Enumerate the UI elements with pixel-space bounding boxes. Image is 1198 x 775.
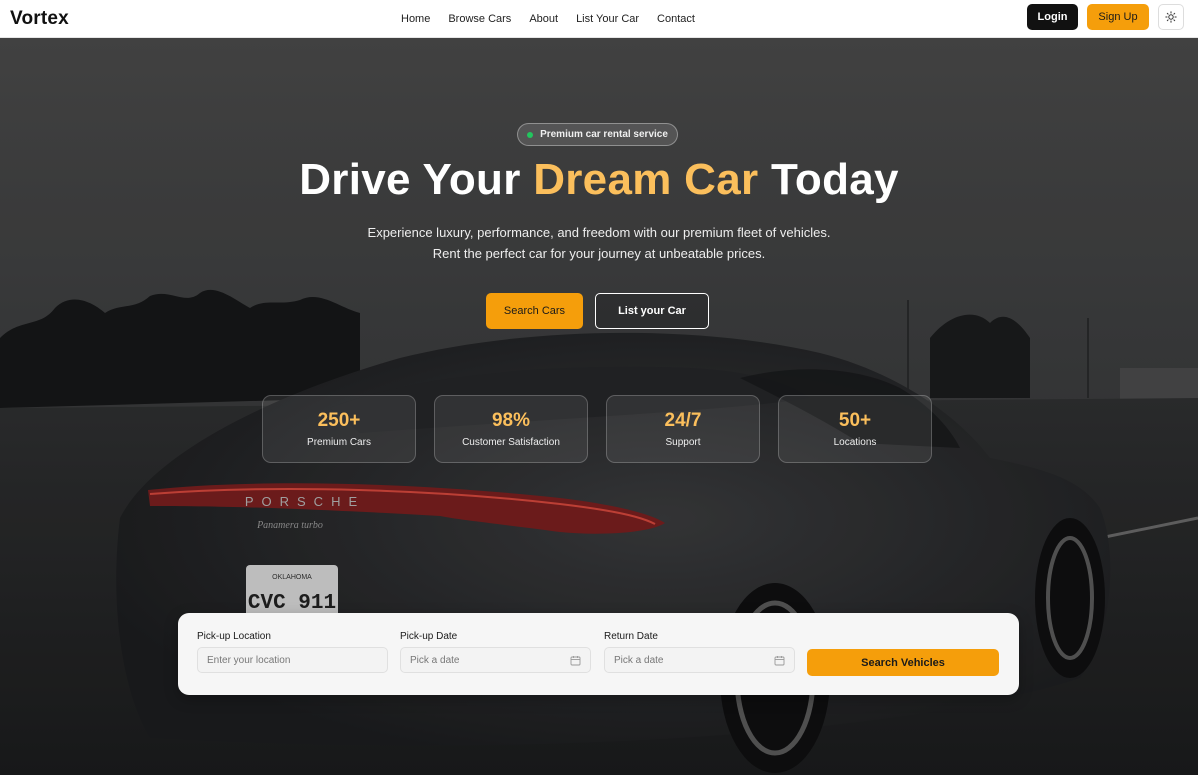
nav-link-list-your-car[interactable]: List Your Car — [576, 13, 639, 25]
nav-link-browse-cars[interactable]: Browse Cars — [448, 13, 511, 25]
brand-logo[interactable]: Vortex — [10, 8, 69, 30]
headline-start: Drive Your — [299, 155, 534, 204]
stat-card: 24/7 Support — [606, 395, 760, 463]
pickup-date-field: Pick-up Date Pick a date — [400, 631, 591, 673]
calendar-icon — [570, 655, 581, 665]
stat-label: Customer Satisfaction — [462, 437, 560, 448]
nav-link-contact[interactable]: Contact — [657, 13, 695, 25]
navbar: Vortex Home Browse Cars About List Your … — [0, 0, 1198, 38]
hero-headline: Drive Your Dream Car Today — [0, 155, 1198, 205]
pickup-location-input[interactable]: Enter your location — [197, 647, 388, 673]
hero-section: OKLAHOMA CVC 911 PORSCHE Panamera turbo … — [0, 38, 1198, 775]
calendar-icon — [774, 655, 785, 665]
stat-card: 250+ Premium Cars — [262, 395, 416, 463]
return-date-label: Return Date — [604, 631, 658, 642]
stat-label: Support — [665, 437, 701, 448]
signup-button[interactable]: Sign Up — [1087, 4, 1149, 30]
return-date-field: Return Date Pick a date — [604, 631, 795, 673]
hero-badge: Premium car rental service — [517, 123, 678, 146]
stat-value: 50+ — [838, 410, 872, 431]
sun-icon — [1165, 11, 1177, 23]
list-your-car-button[interactable]: List your Car — [595, 293, 709, 329]
pickup-location-field: Pick-up Location Enter your location — [197, 631, 388, 673]
pickup-location-placeholder: Enter your location — [207, 654, 291, 666]
stat-value: 250+ — [317, 410, 361, 431]
search-card: Pick-up Location Enter your location Pic… — [178, 613, 1019, 695]
pickup-location-label: Pick-up Location — [197, 631, 271, 642]
hero-cta-row: Search Cars List your Car — [486, 293, 709, 329]
pickup-date-placeholder: Pick a date — [410, 654, 460, 666]
stat-value: 24/7 — [664, 410, 702, 431]
pickup-date-label: Pick-up Date — [400, 631, 458, 642]
headline-end: Today — [758, 155, 899, 204]
stat-card: 98% Customer Satisfaction — [434, 395, 588, 463]
stat-label: Locations — [833, 437, 877, 448]
search-cars-button[interactable]: Search Cars — [486, 293, 583, 329]
stat-card: 50+ Locations — [778, 395, 932, 463]
nav-link-home[interactable]: Home — [401, 13, 430, 25]
hero-subtitle-line2: Rent the perfect car for your journey at… — [432, 246, 766, 261]
nav-links: Home Browse Cars About List Your Car Con… — [401, 0, 713, 38]
return-date-placeholder: Pick a date — [614, 654, 664, 666]
nav-link-about[interactable]: About — [529, 13, 558, 25]
login-button[interactable]: Login — [1027, 4, 1078, 30]
theme-toggle-button[interactable] — [1158, 4, 1184, 30]
hero-subtitle: Experience luxury, performance, and free… — [0, 222, 1198, 264]
headline-accent: Dream Car — [533, 155, 759, 204]
stat-label: Premium Cars — [307, 437, 371, 448]
return-date-input[interactable]: Pick a date — [604, 647, 795, 673]
stats-row: 250+ Premium Cars 98% Customer Satisfact… — [262, 395, 932, 463]
hero-badge-text: Premium car rental service — [540, 129, 668, 140]
hero-subtitle-line1: Experience luxury, performance, and free… — [367, 225, 831, 240]
stat-value: 98% — [491, 410, 531, 431]
search-vehicles-button[interactable]: Search Vehicles — [807, 649, 999, 676]
status-dot-icon — [527, 131, 534, 138]
nav-actions: Login Sign Up — [1027, 4, 1184, 30]
pickup-date-input[interactable]: Pick a date — [400, 647, 591, 673]
